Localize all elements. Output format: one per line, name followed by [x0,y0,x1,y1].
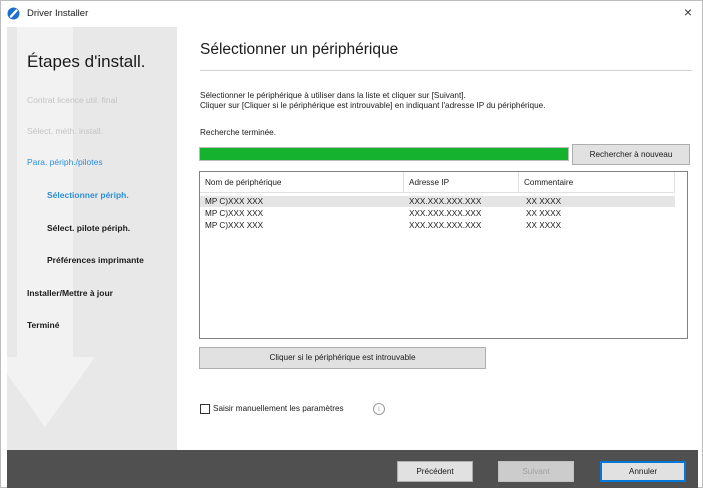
device-ip-cell: XXX.XXX.XXX.XXX [409,209,482,218]
device-name-cell: MP C)XXX XXX [205,209,264,218]
cancel-button[interactable]: Annuler [600,461,686,482]
device-name-cell: MP C)XXX XXX [205,197,264,206]
column-ip-address[interactable]: Adresse IP [409,178,449,187]
device-row[interactable]: MP C)XXX XXX XXX.XXX.XXX.XXX XX XXXX [200,196,675,207]
close-button[interactable]: × [674,1,702,25]
step-finished: Terminé [27,320,60,330]
column-comment[interactable]: Commentaire [524,178,573,187]
device-ip-cell: XXX.XXX.XXX.XXX [409,197,482,206]
column-device-name[interactable]: Nom de périphérique [205,178,281,187]
manual-settings-label[interactable]: Saisir manuellement les paramètres [213,404,344,413]
step-install-method: Sélect. méth. install. [27,126,104,136]
step-device-driver-settings: Para. périph./pilotes [27,157,103,167]
step-printer-preferences: Préférences imprimante [47,255,144,265]
info-icon[interactable]: i [373,403,385,415]
search-progress-bar [199,147,569,161]
progress-fill [200,148,568,160]
title-bar: Driver Installer × [1,1,702,27]
previous-button[interactable]: Précédent [397,461,473,482]
page-title: Sélectionner un périphérique [200,41,399,58]
steps-sidebar: Étapes d'install. Contrat licence util. … [7,27,177,450]
step-select-device: Sélectionner périph. [47,190,129,200]
device-name-cell: MP C)XXX XXX [205,221,264,230]
installer-window: Driver Installer × Étapes d'install. Con… [0,0,703,488]
step-install-update: Installer/Mettre à jour [27,288,113,298]
manual-settings-checkbox[interactable] [200,404,210,414]
next-button[interactable]: Suivant [498,461,574,482]
progress-arrow-graphic [7,27,95,427]
search-again-button[interactable]: Rechercher à nouveau [572,144,690,165]
device-not-found-button[interactable]: Cliquer si le périphérique est introuvab… [199,347,486,369]
column-separator [674,172,675,192]
device-comment-cell: XX XXXX [526,197,562,206]
device-list-header: Nom de périphérique Adresse IP Commentai… [200,172,675,193]
device-row[interactable]: MP C)XXX XXX XXX.XXX.XXX.XXX XX XXXX [200,220,675,231]
device-ip-cell: XXX.XXX.XXX.XXX [409,221,482,230]
device-row[interactable]: MP C)XXX XXX XXX.XXX.XXX.XXX XX XXXX [200,208,675,219]
instruction-line-1: Sélectionner le périphérique à utiliser … [200,91,466,100]
step-eula: Contrat licence util. final [27,95,118,105]
device-list[interactable]: Nom de périphérique Adresse IP Commentai… [199,171,688,339]
search-status: Recherche terminée. [200,128,276,137]
window-title: Driver Installer [27,8,89,19]
column-separator [518,172,519,192]
step-select-driver: Sélect. pilote périph. [47,223,131,233]
driver-installer-icon [7,7,20,20]
instruction-line-2: Cliquer sur [Cliquer si le périphérique … [200,101,546,110]
footer-bar: Précédent Suivant Annuler [7,450,698,488]
device-comment-cell: XX XXXX [526,221,562,230]
device-comment-cell: XX XXXX [526,209,562,218]
steps-heading: Étapes d'install. [27,52,146,71]
title-divider [200,70,692,71]
column-separator [403,172,404,192]
